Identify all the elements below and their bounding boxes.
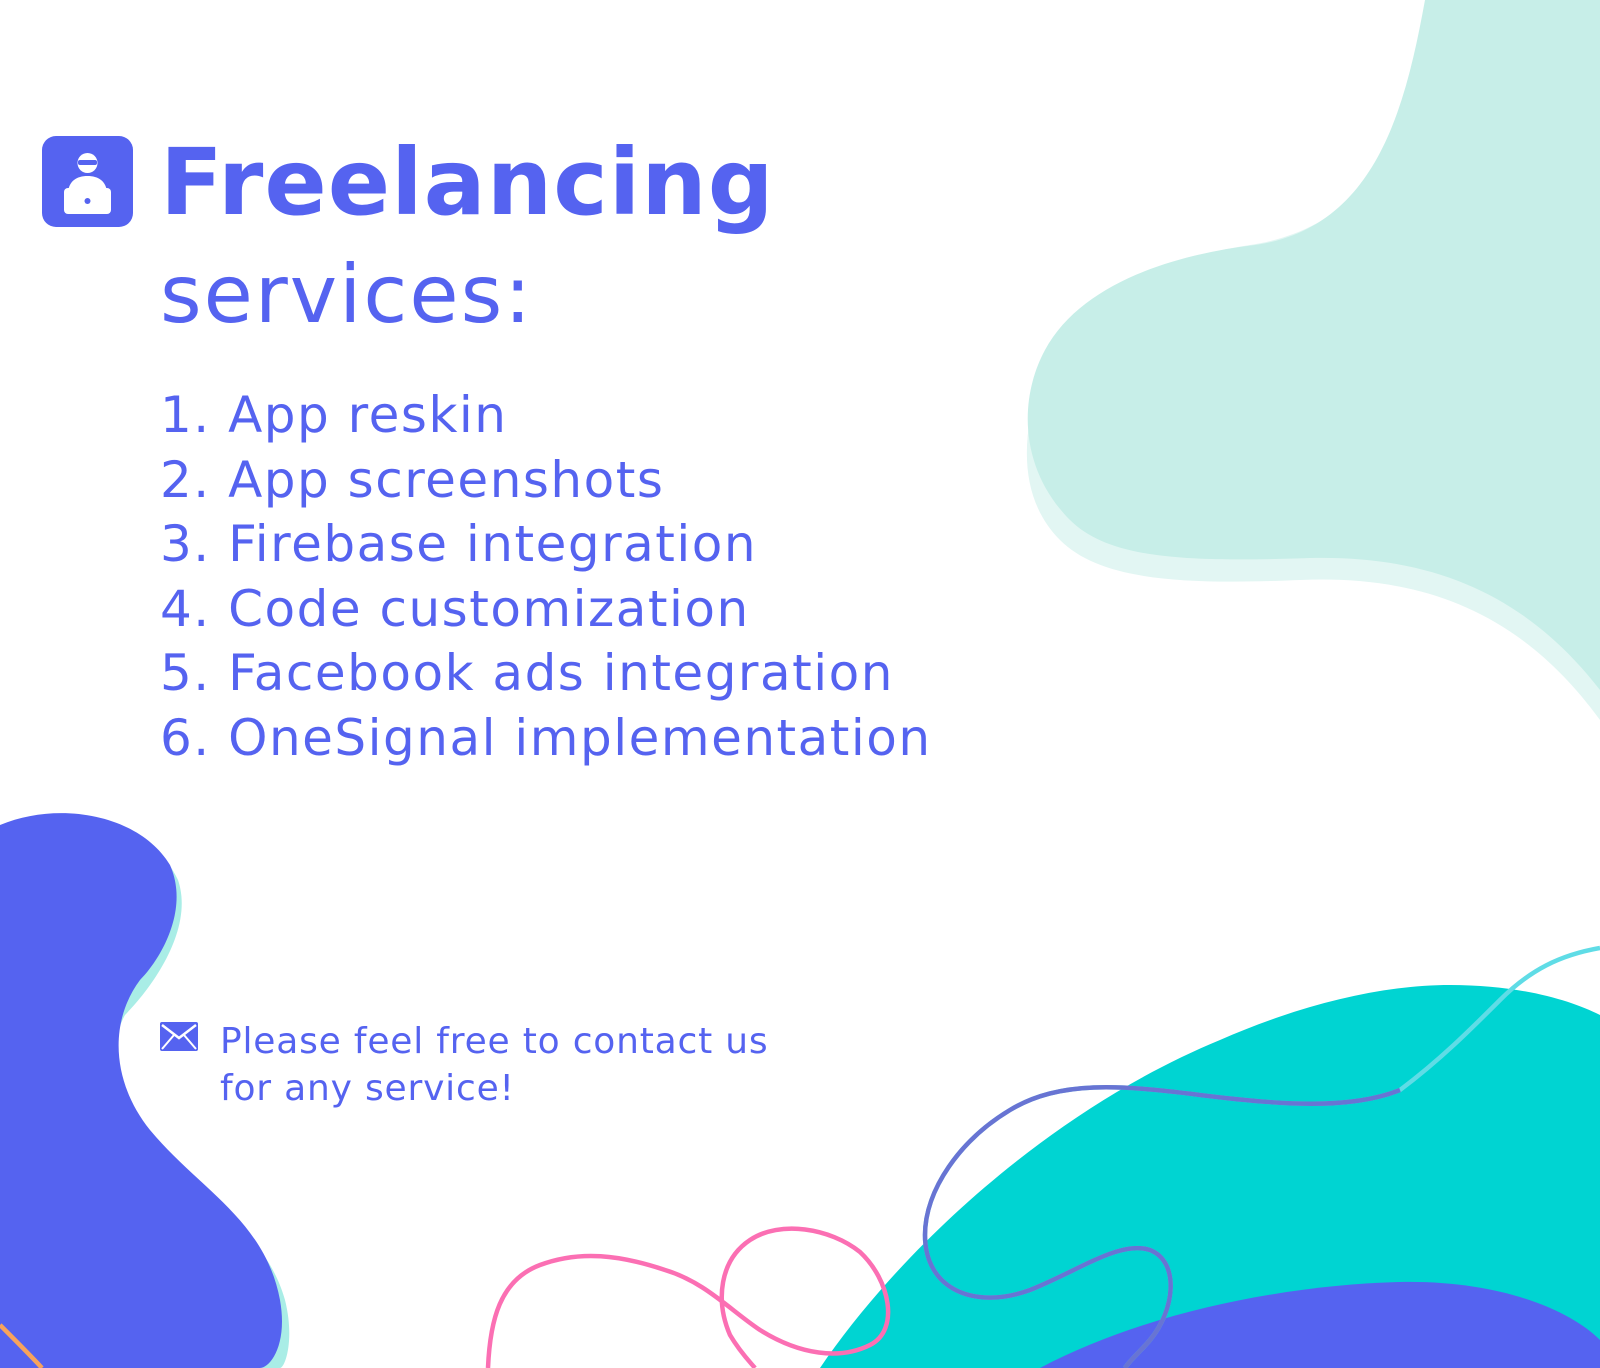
service-item: 4. Code customization (160, 579, 750, 638)
service-item: 3. Firebase integration (160, 515, 758, 574)
service-item: 1. App reskin (160, 386, 508, 444)
page-title: Freelancing (160, 129, 775, 236)
service-item: 5. Facebook ads integration (160, 644, 894, 703)
contact-text: Please feel free to contact us for any s… (220, 1018, 900, 1112)
contact-line-2: for any service! (220, 1068, 515, 1109)
mint-blob (1027, 0, 1600, 690)
freelancer-laptop-icon (64, 153, 111, 214)
service-item: 2. App screenshots (160, 450, 665, 509)
freelancer-badge (42, 136, 133, 227)
services-list: 1. App reskin 2. App screenshots 3. Fire… (160, 383, 932, 771)
service-item: 6. OneSignal implementation (160, 708, 932, 767)
mail-icon (160, 1022, 198, 1051)
pink-squiggle (485, 1226, 891, 1368)
contact-line-1: Please feel free to contact us (220, 1021, 769, 1062)
page-subtitle: services: (160, 248, 534, 341)
